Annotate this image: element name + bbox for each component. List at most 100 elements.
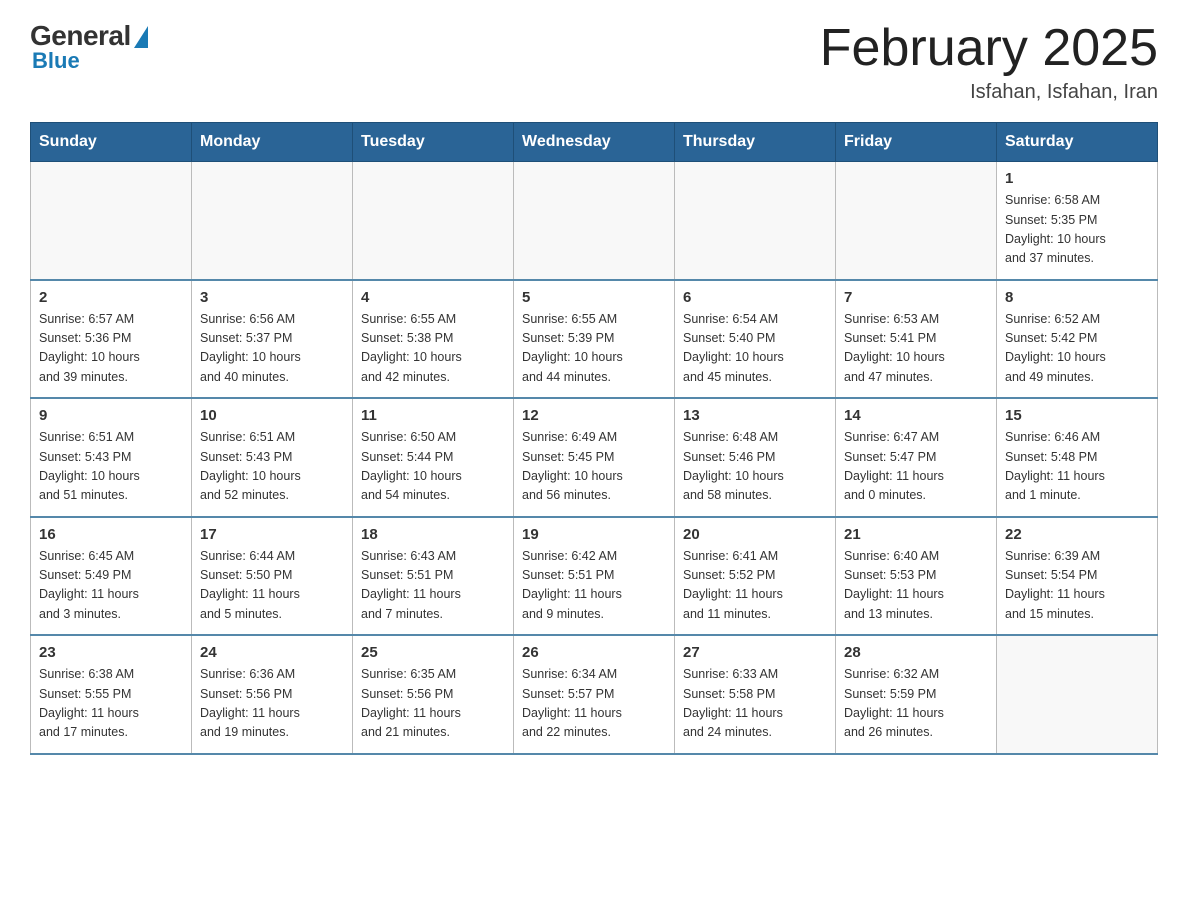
day-number: 5 [522,289,666,306]
calendar-cell: 24 Sunrise: 6:36 AM Sunset: 5:56 PM Dayli… [192,635,353,754]
calendar-cell: 15 Sunrise: 6:46 AM Sunset: 5:48 PM Dayli… [997,398,1158,517]
calendar-cell: 27 Sunrise: 6:33 AM Sunset: 5:58 PM Dayli… [675,635,836,754]
day-info: Sunrise: 6:34 AM Sunset: 5:57 PM Dayligh… [522,665,666,743]
calendar-cell: 25 Sunrise: 6:35 AM Sunset: 5:56 PM Dayli… [353,635,514,754]
day-number: 15 [1005,407,1149,424]
day-number: 18 [361,526,505,543]
calendar-cell: 26 Sunrise: 6:34 AM Sunset: 5:57 PM Dayli… [514,635,675,754]
calendar-cell: 11 Sunrise: 6:50 AM Sunset: 5:44 PM Dayli… [353,398,514,517]
day-number: 1 [1005,170,1149,187]
title-area: February 2025 Isfahan, Isfahan, Iran [820,20,1158,104]
calendar-cell: 22 Sunrise: 6:39 AM Sunset: 5:54 PM Dayli… [997,517,1158,636]
day-info: Sunrise: 6:55 AM Sunset: 5:38 PM Dayligh… [361,310,505,388]
calendar-cell: 8 Sunrise: 6:52 AM Sunset: 5:42 PM Daylig… [997,280,1158,399]
calendar-cell: 28 Sunrise: 6:32 AM Sunset: 5:59 PM Dayli… [836,635,997,754]
calendar-cell [353,162,514,280]
logo-blue-text: Blue [32,48,80,74]
calendar-cell: 9 Sunrise: 6:51 AM Sunset: 5:43 PM Daylig… [31,398,192,517]
day-info: Sunrise: 6:44 AM Sunset: 5:50 PM Dayligh… [200,547,344,625]
day-info: Sunrise: 6:33 AM Sunset: 5:58 PM Dayligh… [683,665,827,743]
day-number: 21 [844,526,988,543]
calendar-cell [31,162,192,280]
day-info: Sunrise: 6:36 AM Sunset: 5:56 PM Dayligh… [200,665,344,743]
day-number: 4 [361,289,505,306]
day-number: 19 [522,526,666,543]
weekday-header-wednesday: Wednesday [514,123,675,162]
calendar-cell: 16 Sunrise: 6:45 AM Sunset: 5:49 PM Dayli… [31,517,192,636]
calendar-table: SundayMondayTuesdayWednesdayThursdayFrid… [30,122,1158,755]
calendar-cell: 19 Sunrise: 6:42 AM Sunset: 5:51 PM Dayli… [514,517,675,636]
day-number: 2 [39,289,183,306]
weekday-header-saturday: Saturday [997,123,1158,162]
day-number: 9 [39,407,183,424]
day-number: 8 [1005,289,1149,306]
day-info: Sunrise: 6:38 AM Sunset: 5:55 PM Dayligh… [39,665,183,743]
day-number: 13 [683,407,827,424]
day-info: Sunrise: 6:41 AM Sunset: 5:52 PM Dayligh… [683,547,827,625]
day-info: Sunrise: 6:35 AM Sunset: 5:56 PM Dayligh… [361,665,505,743]
calendar-week-row: 23 Sunrise: 6:38 AM Sunset: 5:55 PM Dayli… [31,635,1158,754]
day-number: 28 [844,644,988,661]
calendar-cell: 7 Sunrise: 6:53 AM Sunset: 5:41 PM Daylig… [836,280,997,399]
calendar-cell: 12Sunrise: 6:49 AM Sunset: 5:45 PM Dayli… [514,398,675,517]
day-number: 7 [844,289,988,306]
page-header: General Blue February 2025 Isfahan, Isfa… [30,20,1158,104]
calendar-cell: 17 Sunrise: 6:44 AM Sunset: 5:50 PM Dayli… [192,517,353,636]
weekday-header-sunday: Sunday [31,123,192,162]
day-info: Sunrise: 6:51 AM Sunset: 5:43 PM Dayligh… [39,428,183,506]
day-number: 20 [683,526,827,543]
day-number: 17 [200,526,344,543]
day-number: 11 [361,407,505,424]
day-info: Sunrise: 6:51 AM Sunset: 5:43 PM Dayligh… [200,428,344,506]
day-number: 12 [522,407,666,424]
day-number: 16 [39,526,183,543]
page-title: February 2025 [820,20,1158,77]
calendar-cell: 4 Sunrise: 6:55 AM Sunset: 5:38 PM Daylig… [353,280,514,399]
day-info: Sunrise: 6:46 AM Sunset: 5:48 PM Dayligh… [1005,428,1149,506]
calendar-week-row: 2 Sunrise: 6:57 AM Sunset: 5:36 PM Daylig… [31,280,1158,399]
day-info: Sunrise: 6:50 AM Sunset: 5:44 PM Dayligh… [361,428,505,506]
weekday-header-row: SundayMondayTuesdayWednesdayThursdayFrid… [31,123,1158,162]
day-number: 22 [1005,526,1149,543]
weekday-header-friday: Friday [836,123,997,162]
day-number: 10 [200,407,344,424]
day-info: Sunrise: 6:54 AM Sunset: 5:40 PM Dayligh… [683,310,827,388]
calendar-cell: 20 Sunrise: 6:41 AM Sunset: 5:52 PM Dayli… [675,517,836,636]
day-number: 14 [844,407,988,424]
calendar-cell [675,162,836,280]
day-number: 24 [200,644,344,661]
calendar-cell: 18 Sunrise: 6:43 AM Sunset: 5:51 PM Dayli… [353,517,514,636]
day-info: Sunrise: 6:57 AM Sunset: 5:36 PM Dayligh… [39,310,183,388]
location-subtitle: Isfahan, Isfahan, Iran [820,81,1158,104]
day-info: Sunrise: 6:32 AM Sunset: 5:59 PM Dayligh… [844,665,988,743]
day-info: Sunrise: 6:53 AM Sunset: 5:41 PM Dayligh… [844,310,988,388]
calendar-cell: 21Sunrise: 6:40 AM Sunset: 5:53 PM Dayli… [836,517,997,636]
calendar-cell [836,162,997,280]
calendar-cell [514,162,675,280]
logo: General Blue [30,20,148,74]
day-info: Sunrise: 6:47 AM Sunset: 5:47 PM Dayligh… [844,428,988,506]
calendar-cell: 10 Sunrise: 6:51 AM Sunset: 5:43 PM Dayli… [192,398,353,517]
day-number: 6 [683,289,827,306]
day-number: 23 [39,644,183,661]
day-info: Sunrise: 6:42 AM Sunset: 5:51 PM Dayligh… [522,547,666,625]
calendar-cell: 3Sunrise: 6:56 AM Sunset: 5:37 PM Daylig… [192,280,353,399]
day-number: 27 [683,644,827,661]
day-number: 26 [522,644,666,661]
weekday-header-monday: Monday [192,123,353,162]
calendar-cell: 13Sunrise: 6:48 AM Sunset: 5:46 PM Dayli… [675,398,836,517]
day-info: Sunrise: 6:52 AM Sunset: 5:42 PM Dayligh… [1005,310,1149,388]
day-number: 25 [361,644,505,661]
day-info: Sunrise: 6:39 AM Sunset: 5:54 PM Dayligh… [1005,547,1149,625]
calendar-cell: 2 Sunrise: 6:57 AM Sunset: 5:36 PM Daylig… [31,280,192,399]
calendar-cell: 1Sunrise: 6:58 AM Sunset: 5:35 PM Daylig… [997,162,1158,280]
calendar-cell: 6 Sunrise: 6:54 AM Sunset: 5:40 PM Daylig… [675,280,836,399]
calendar-week-row: 9 Sunrise: 6:51 AM Sunset: 5:43 PM Daylig… [31,398,1158,517]
day-info: Sunrise: 6:43 AM Sunset: 5:51 PM Dayligh… [361,547,505,625]
calendar-cell: 14 Sunrise: 6:47 AM Sunset: 5:47 PM Dayli… [836,398,997,517]
day-info: Sunrise: 6:45 AM Sunset: 5:49 PM Dayligh… [39,547,183,625]
logo-triangle-icon [134,26,148,48]
calendar-week-row: 16 Sunrise: 6:45 AM Sunset: 5:49 PM Dayli… [31,517,1158,636]
weekday-header-tuesday: Tuesday [353,123,514,162]
day-number: 3 [200,289,344,306]
